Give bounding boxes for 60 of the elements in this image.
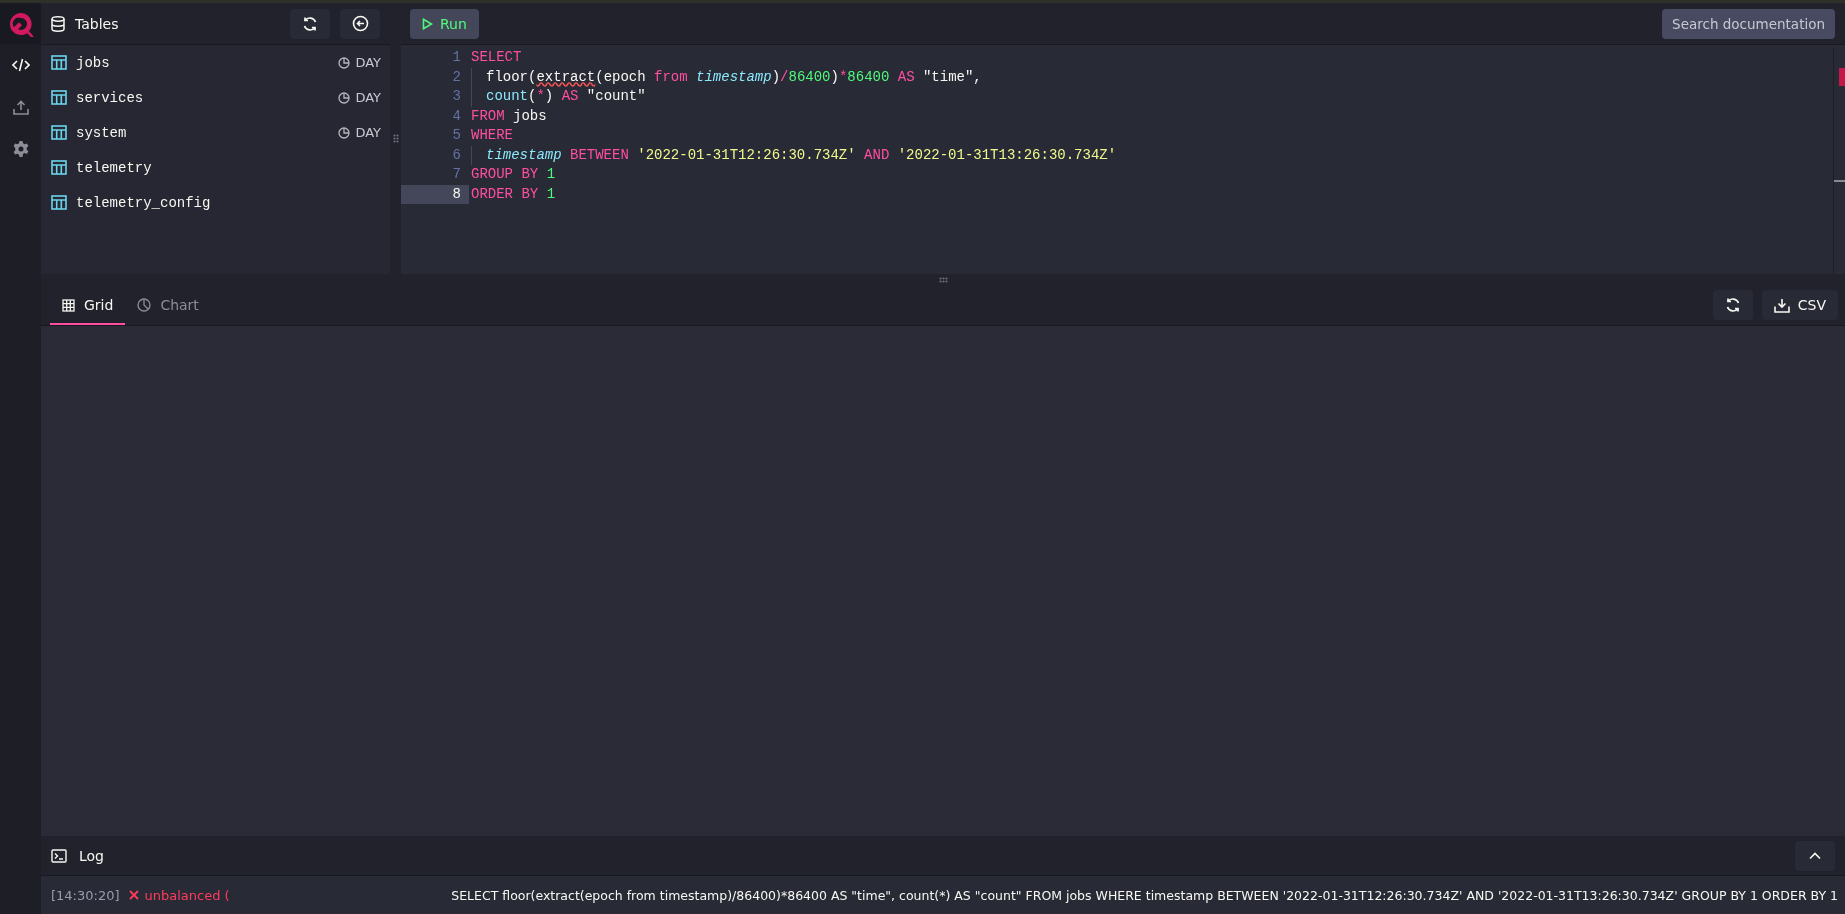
table-icon [51,55,67,70]
line-number: 1 [451,48,462,67]
table-item[interactable]: telemetry [41,150,390,185]
refresh-button[interactable] [290,8,330,39]
download-icon [1773,297,1790,313]
database-icon [51,15,65,32]
line-number: 2 [451,67,462,87]
refresh-icon [302,15,318,32]
line-number: 5 [451,126,462,145]
play-icon [422,17,433,30]
settings-icon[interactable] [12,141,29,157]
grid-icon [62,298,75,312]
pie-clock-icon [338,126,351,139]
back-button[interactable] [340,8,380,39]
code-line[interactable]: count(*) AS "count" [471,87,646,107]
line-number: 7 [451,165,462,184]
cursor-marker [1834,180,1845,182]
pie-clock-icon [338,56,351,69]
log-title: Log [79,847,105,864]
log-query: SELECT floor(extract(epoch from timestamp)/86400)*86400 AS "time", count(*) AS "count" FROM jobs WHERE timestamp BETWEEN '2022-01-31T12:26:30.734Z' AND '2022-01-31T13:26:30.734Z' GROUP BY 1 ORDER BY 1 [451,887,1838,903]
table-icon [51,195,67,210]
table-item[interactable]: services DAY [41,80,390,115]
table-icon [51,125,67,140]
error-icon [128,890,139,900]
terminal-icon [51,848,67,863]
refresh-icon [1724,297,1741,313]
result-tab[interactable]: Grid [50,287,126,325]
code-line[interactable]: GROUP BY 1 [469,165,556,185]
line-number: 3 [451,87,462,106]
pie-clock-icon [338,91,351,104]
result-tab[interactable]: Chart [125,287,211,325]
chevron-up-icon [1809,851,1821,860]
table-item[interactable]: system DAY [41,115,390,150]
log-message: unbalanced ( [144,887,230,903]
code-line[interactable]: timestamp BETWEEN '2022-01-31T12:26:30.734Z' AND '2022-01-31T13:26:30.734Z' [471,145,1117,165]
table-icon [51,160,67,175]
line-number: 6 [451,145,462,165]
pie-chart-icon [137,298,152,312]
table-item[interactable]: telemetry_config [41,185,390,220]
log-time: [14:30:20] [51,887,120,903]
logo-icon [7,10,34,37]
code-icon[interactable] [11,58,30,72]
refresh-button[interactable] [1712,290,1753,320]
drag-handle-icon[interactable] [392,134,399,143]
search-documentation-button[interactable]: Search documentation [1662,8,1835,39]
arrow-left-circle-icon [351,15,369,32]
csv-button[interactable]: CSV [1761,290,1838,320]
code-line[interactable]: WHERE [469,126,513,146]
line-number: 8 [401,184,469,204]
table-item[interactable]: jobs DAY [41,45,390,80]
code-line[interactable]: ORDER BY 1 [469,184,556,204]
table-icon [51,90,67,105]
upload-icon[interactable] [12,99,29,115]
line-number: 4 [451,106,462,126]
code-line[interactable]: SELECT [469,48,522,68]
drag-handle-icon[interactable] [938,276,948,283]
run-button[interactable]: Run [410,8,479,39]
code-line[interactable]: FROM jobs [469,106,547,126]
code-line[interactable]: floor(extract(epoch from timestamp)/86400)*86400 AS "time", [471,67,982,87]
panel-title: Tables [75,15,120,32]
